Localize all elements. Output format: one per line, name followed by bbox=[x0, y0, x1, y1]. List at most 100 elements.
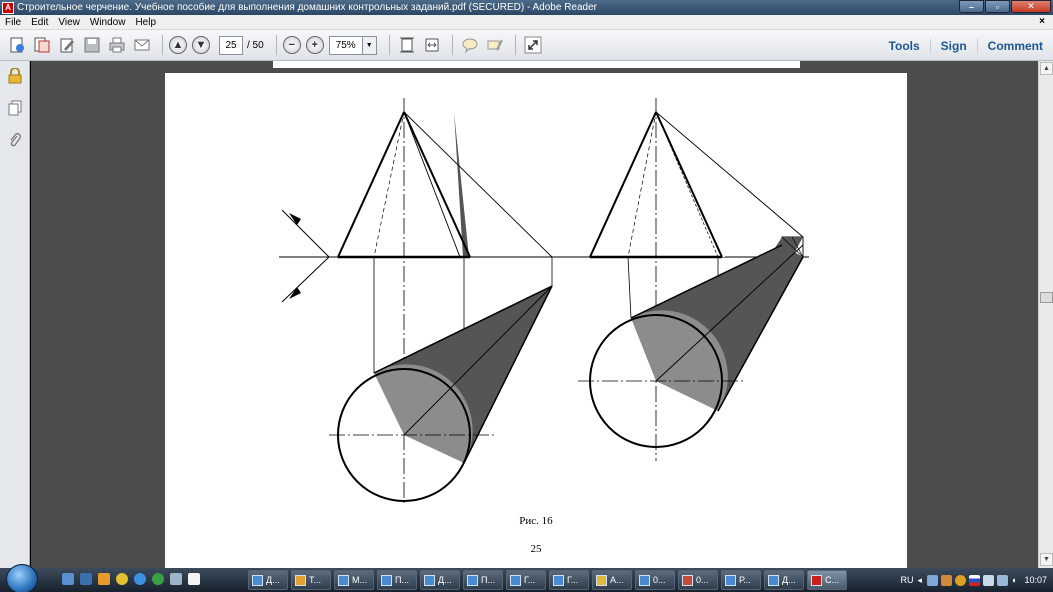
menu-view[interactable]: View bbox=[53, 17, 85, 28]
save-button[interactable] bbox=[81, 34, 103, 56]
internet-explorer-icon[interactable] bbox=[134, 573, 146, 585]
menu-file[interactable]: File bbox=[0, 17, 26, 28]
add-comment-button[interactable] bbox=[459, 34, 481, 56]
previous-page-button[interactable]: ▲ bbox=[169, 36, 187, 54]
toolbar-separator bbox=[514, 35, 516, 55]
document-viewer[interactable]: Рис. 16 25 bbox=[31, 61, 1038, 568]
toolbar-separator bbox=[275, 35, 277, 55]
arrow-up-icon: ▲ bbox=[172, 39, 184, 51]
show-desktop-icon[interactable] bbox=[62, 573, 74, 585]
menu-edit[interactable]: Edit bbox=[26, 17, 53, 28]
explorer-icon[interactable] bbox=[80, 573, 92, 585]
window-icon bbox=[768, 574, 779, 586]
document-close-button[interactable]: × bbox=[1039, 16, 1045, 27]
fit-page-icon bbox=[399, 37, 414, 53]
menu-window[interactable]: Window bbox=[85, 17, 131, 28]
combine-icon bbox=[34, 37, 50, 53]
fit-width-icon bbox=[425, 38, 439, 52]
scroll-down-button[interactable]: ▼ bbox=[1040, 553, 1053, 566]
task-button[interactable]: Г... bbox=[549, 570, 589, 590]
attachments-button[interactable] bbox=[7, 132, 23, 148]
document-icon[interactable] bbox=[188, 573, 200, 585]
task-button[interactable]: П... bbox=[463, 570, 503, 590]
browser-icon bbox=[295, 574, 306, 586]
email-button[interactable] bbox=[131, 34, 153, 56]
language-indicator[interactable]: RU bbox=[901, 575, 914, 585]
technical-drawing bbox=[279, 98, 809, 505]
fit-width-button[interactable] bbox=[421, 34, 443, 56]
zoom-in-button[interactable]: + bbox=[305, 36, 324, 54]
next-page-button[interactable]: ▼ bbox=[192, 36, 210, 54]
minimize-button[interactable]: – bbox=[959, 0, 984, 13]
task-button[interactable]: Д... bbox=[420, 570, 460, 590]
chrome-icon[interactable] bbox=[116, 573, 128, 585]
network-icon[interactable] bbox=[983, 574, 995, 586]
scroll-up-button[interactable]: ▲ bbox=[1040, 62, 1053, 75]
clock[interactable]: 10:07 bbox=[1024, 575, 1047, 585]
zoom-out-button[interactable]: − bbox=[282, 36, 301, 54]
print-button[interactable] bbox=[106, 34, 128, 56]
close-button[interactable]: ✕ bbox=[1011, 0, 1051, 13]
utorrent-icon[interactable] bbox=[152, 573, 164, 585]
zoom-input[interactable]: 75% bbox=[328, 35, 363, 55]
task-button[interactable]: П... bbox=[377, 570, 417, 590]
window-icon bbox=[510, 574, 521, 586]
pencil-icon bbox=[60, 38, 74, 53]
antivirus-icon[interactable] bbox=[941, 574, 953, 586]
keyboard-icon[interactable] bbox=[927, 574, 939, 586]
printer-icon bbox=[109, 37, 125, 53]
maximize-button[interactable]: ▫ bbox=[985, 0, 1010, 13]
task-button-active[interactable]: С... bbox=[807, 570, 847, 590]
expand-icon bbox=[524, 36, 542, 54]
edit-button[interactable] bbox=[56, 34, 78, 56]
window-icon bbox=[338, 574, 349, 586]
updater-icon[interactable] bbox=[955, 574, 967, 586]
toolbar-right: Tools Sign Comment bbox=[879, 30, 1053, 61]
page-thumbnails-button[interactable] bbox=[7, 100, 23, 116]
page-number-input[interactable]: 25 bbox=[219, 35, 243, 55]
figure-caption: Рис. 16 bbox=[519, 515, 553, 527]
chevron-down-icon: ▼ bbox=[365, 41, 373, 49]
volume-icon[interactable]: ◖ bbox=[1011, 575, 1016, 585]
task-button[interactable]: Д... bbox=[764, 570, 804, 590]
window-title: Строительное черчение. Учебное пособие д… bbox=[17, 2, 598, 13]
paperclip-icon bbox=[10, 133, 21, 147]
highlighter-icon bbox=[487, 39, 503, 51]
navigation-pane bbox=[0, 61, 30, 568]
task-button[interactable]: 0... bbox=[678, 570, 718, 590]
scroll-thumb[interactable] bbox=[1040, 292, 1053, 303]
flag-icon[interactable] bbox=[969, 574, 981, 586]
toolbar-separator bbox=[388, 35, 390, 55]
combine-button[interactable] bbox=[31, 34, 53, 56]
task-button[interactable]: Р... bbox=[721, 570, 761, 590]
window-icon bbox=[424, 574, 435, 586]
menu-help[interactable]: Help bbox=[130, 17, 161, 28]
security-button[interactable] bbox=[7, 68, 23, 84]
fit-page-button[interactable] bbox=[396, 34, 418, 56]
vertical-scrollbar[interactable]: ▲ ▼ bbox=[1038, 61, 1053, 568]
minus-icon: − bbox=[288, 39, 295, 51]
arrow-up-icon: ▲ bbox=[1043, 65, 1050, 72]
tools-link[interactable]: Tools bbox=[879, 39, 930, 53]
save-icon bbox=[84, 37, 100, 53]
tool-icon[interactable] bbox=[170, 573, 182, 585]
sign-link[interactable]: Sign bbox=[929, 38, 977, 53]
start-button[interactable] bbox=[6, 564, 38, 592]
task-button[interactable]: 0... bbox=[635, 570, 675, 590]
media-player-icon[interactable] bbox=[98, 573, 110, 585]
task-button[interactable]: А... bbox=[592, 570, 632, 590]
zoom-dropdown-button[interactable]: ▼ bbox=[362, 35, 377, 55]
create-pdf-button[interactable] bbox=[6, 34, 28, 56]
highlight-button[interactable] bbox=[484, 34, 506, 56]
task-button[interactable]: М... bbox=[334, 570, 374, 590]
task-button[interactable]: Д... bbox=[248, 570, 288, 590]
task-button[interactable]: Т... bbox=[291, 570, 331, 590]
pdf-page: Рис. 16 25 bbox=[165, 73, 907, 568]
menu-bar: File Edit View Window Help × bbox=[0, 15, 1053, 30]
tray-expand-icon[interactable]: ◂ bbox=[918, 575, 923, 586]
display-icon[interactable] bbox=[997, 574, 1009, 586]
plus-icon: + bbox=[311, 39, 318, 51]
expand-button[interactable] bbox=[522, 34, 544, 56]
comment-link[interactable]: Comment bbox=[976, 38, 1053, 53]
task-button[interactable]: Г... bbox=[506, 570, 546, 590]
